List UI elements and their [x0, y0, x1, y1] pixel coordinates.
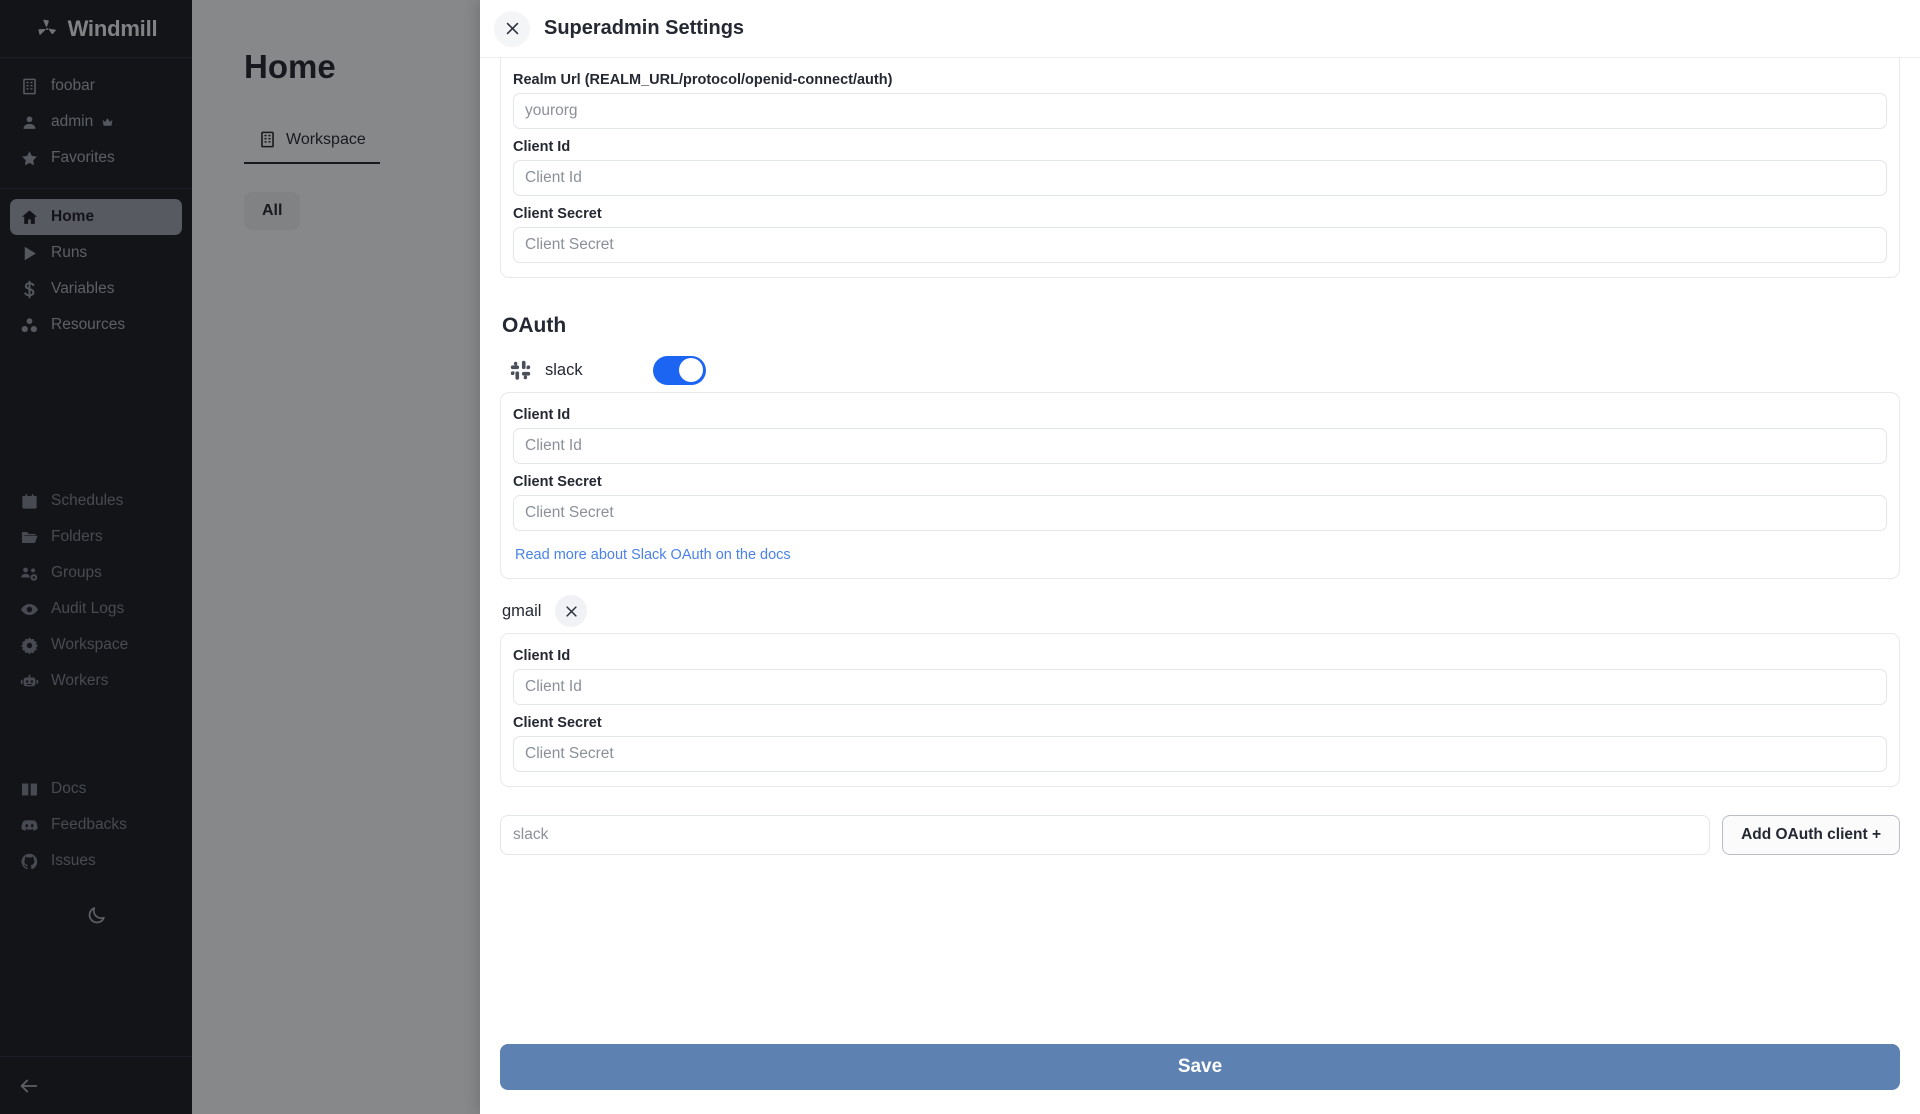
add-oauth-client-row: Add OAuth client + — [500, 815, 1900, 855]
sso-client-secret-input[interactable] — [513, 227, 1887, 263]
slack-oauth-docs-link[interactable]: Read more about Slack OAuth on the docs — [515, 547, 791, 563]
gmail-client-secret-input[interactable] — [513, 736, 1887, 772]
oauth-section-title: OAuth — [502, 314, 567, 337]
gmail-client-id-input[interactable] — [513, 669, 1887, 705]
slack-client-secret-label: Client Secret — [513, 474, 602, 490]
sso-client-id-input[interactable] — [513, 160, 1887, 196]
gmail-client-secret-label: Client Secret — [513, 715, 602, 731]
sso-client-secret-label: Client Secret — [513, 206, 602, 222]
field-gmail-client-secret: Client Secret — [513, 715, 1887, 772]
oauth-provider-header-gmail: gmail — [500, 589, 1900, 633]
modal-title: Superadmin Settings — [544, 17, 745, 39]
add-oauth-client-input[interactable] — [500, 815, 1711, 855]
modal-footer: Save — [480, 1044, 1920, 1114]
field-slack-client-id: Client Id — [513, 407, 1887, 464]
field-sso-client-id: Client Id — [513, 139, 1887, 196]
provider-name-gmail: gmail — [502, 601, 542, 620]
oauth-provider-card-slack: Client Id Client Secret Read more about … — [500, 392, 1900, 579]
slack-client-secret-input[interactable] — [513, 495, 1887, 531]
provider-identity-slack: slack — [510, 360, 583, 381]
gmail-client-id-label: Client Id — [513, 648, 571, 664]
sso-client-id-label: Client Id — [513, 139, 571, 155]
provider-remove-button-gmail[interactable] — [555, 595, 588, 627]
provider-name-slack: slack — [545, 360, 583, 379]
realm-url-label: Realm Url (REALM_URL/protocol/openid-con… — [513, 72, 893, 88]
provider-toggle-slack[interactable] — [652, 355, 706, 385]
field-realm-url: Realm Url (REALM_URL/protocol/openid-con… — [513, 72, 1887, 129]
slack-icon — [510, 360, 531, 381]
close-icon — [564, 604, 579, 619]
app-root: Windmill foobar admin — [0, 0, 1920, 1114]
superadmin-settings-modal: Superadmin Settings Realm Url (REALM_URL… — [480, 0, 1920, 1114]
slack-client-id-label: Client Id — [513, 407, 571, 423]
oauth-provider-card-gmail: Client Id Client Secret — [500, 633, 1900, 787]
modal-body: Realm Url (REALM_URL/protocol/openid-con… — [480, 58, 1920, 1044]
provider-identity-gmail: gmail — [502, 595, 588, 627]
field-gmail-client-id: Client Id — [513, 648, 1887, 705]
body-footer-gap — [500, 855, 1900, 895]
add-oauth-client-button[interactable]: Add OAuth client + — [1722, 815, 1900, 855]
field-sso-client-secret: Client Secret — [513, 206, 1887, 263]
save-button[interactable]: Save — [500, 1044, 1900, 1090]
field-slack-client-secret: Client Secret — [513, 474, 1887, 531]
close-button[interactable] — [494, 10, 530, 47]
modal-header: Superadmin Settings — [480, 0, 1920, 58]
close-icon — [504, 20, 521, 37]
toggle-knob — [678, 358, 703, 382]
sso-settings-card: Realm Url (REALM_URL/protocol/openid-con… — [500, 58, 1900, 278]
slack-client-id-input[interactable] — [513, 428, 1887, 464]
realm-url-input[interactable] — [513, 93, 1887, 129]
oauth-provider-header-slack: slack — [500, 348, 1900, 392]
